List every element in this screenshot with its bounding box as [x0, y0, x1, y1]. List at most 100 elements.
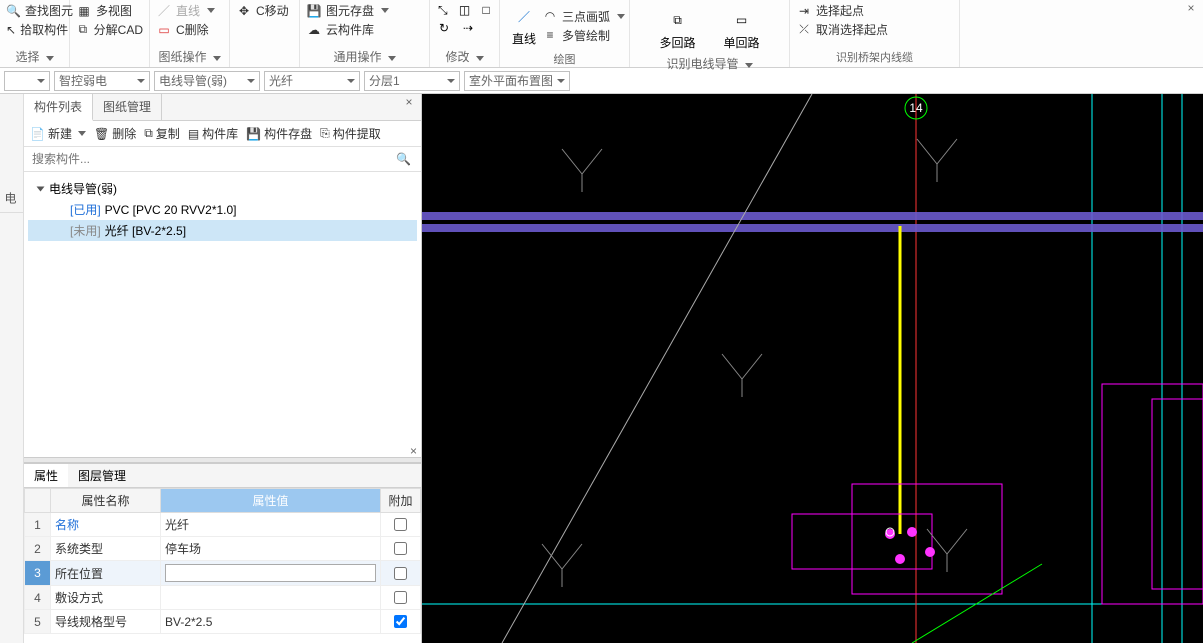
lib-button[interactable]: ▤构件库 [188, 125, 238, 142]
tree-root-node[interactable]: 电线导管(弱) [28, 178, 417, 199]
property-grid[interactable]: 属性名称 属性值 附加 1 名称 光纤 2 [24, 488, 421, 643]
unused-tag: [未用] [70, 222, 101, 239]
splitter-close-icon[interactable]: × [410, 444, 417, 458]
singleloop-icon: ▭ [730, 8, 754, 32]
ribbon-toolbar: 🔍查找图元 ↖拾取构件 选择 ▦多视图 ⧉分解CAD ／直线 ▭C删除 图纸操作… [0, 0, 1203, 68]
prop-row[interactable]: 1 名称 光纤 [25, 513, 421, 537]
cloud-icon: ☁ [306, 22, 322, 38]
expand-icon[interactable] [37, 186, 45, 191]
lib-icon: ▤ [188, 127, 199, 141]
line-tool-dim: ／直线 [156, 2, 223, 19]
c-move-tool[interactable]: ✥C移动 [236, 2, 293, 19]
modify-icon-3[interactable]: □ [479, 2, 493, 18]
modify-icon-4[interactable]: ↻ [436, 20, 452, 36]
pick-icon: ↖ [6, 22, 16, 38]
col-name: 属性名称 [51, 489, 161, 513]
trash-icon: 🗑 [94, 127, 109, 141]
multiloop-icon: ⧉ [665, 8, 689, 32]
disk-icon: 💾 [246, 127, 261, 141]
prop-extra-check[interactable] [394, 518, 407, 531]
tree-item-label: 光纤 [BV-2*2.5] [105, 222, 186, 239]
three-point-arc-tool[interactable]: ◠三点画弧 [542, 8, 625, 25]
used-tag: [已用] [70, 201, 101, 218]
prop-extra-check[interactable] [394, 542, 407, 555]
prop-value-cell[interactable]: 停车场 [161, 537, 381, 561]
select-start-tool[interactable]: ⇥选择起点 [796, 2, 953, 19]
multi-loop-tool[interactable]: ⧉ 多回路 [653, 6, 701, 53]
cloud-lib-tool[interactable]: ☁云构件库 [306, 21, 423, 38]
prop-row[interactable]: 3 所在位置 [25, 561, 421, 586]
col-extra: 附加 [381, 489, 421, 513]
copy-button[interactable]: ⧉复制 [144, 125, 180, 142]
filter-combo-plan[interactable]: 室外平面布置图 [464, 71, 570, 91]
prop-value-cell[interactable]: 光纤 [161, 513, 381, 537]
prop-name-link[interactable]: 名称 [55, 518, 79, 532]
modify-icon-2[interactable]: ◫ [458, 2, 472, 18]
modify-icon-5[interactable]: ⇢ [460, 20, 476, 36]
filter-row: 智控弱电 电线导管(弱) 光纤 分层1 室外平面布置图 [0, 68, 1203, 94]
comp-save-button[interactable]: 💾构件存盘 [246, 125, 312, 142]
decompose-icon: ⧉ [76, 22, 90, 38]
modify-icon-1[interactable]: ⤡ [436, 2, 450, 18]
multiview-icon: ▦ [76, 3, 92, 19]
cancel-start-icon: ⤫ [796, 22, 812, 38]
line-big-icon: ／ [512, 4, 536, 28]
dock-close-icon[interactable]: × [1183, 0, 1199, 16]
new-button[interactable]: 📄新建 [30, 125, 86, 142]
axis-marker-label: 14 [909, 101, 923, 115]
tab-drawing-mgmt[interactable]: 图纸管理 [93, 94, 162, 120]
prop-row[interactable]: 5 导线规格型号 BV-2*2.5 [25, 610, 421, 634]
new-icon: 📄 [30, 127, 45, 141]
extract-icon: ⎘ [320, 126, 330, 141]
decompose-cad-tool[interactable]: ⧉分解CAD [76, 21, 143, 38]
tree-item[interactable]: [未用] 光纤 [BV-2*2.5] [28, 220, 417, 241]
search-icon: 🔍 [6, 3, 21, 19]
cancel-select-start-tool[interactable]: ⤫取消选择起点 [796, 21, 953, 38]
single-loop-tool[interactable]: ▭ 单回路 [718, 6, 766, 53]
search-input[interactable] [30, 150, 415, 168]
move-icon: ✥ [236, 3, 252, 19]
tab-component-list[interactable]: 构件列表 [24, 94, 93, 121]
extract-button[interactable]: ⎘构件提取 [320, 125, 381, 142]
start-icon: ⇥ [796, 3, 812, 19]
multipipe-icon: ≡ [542, 27, 558, 43]
c-delete-tool[interactable]: ▭C删除 [156, 21, 223, 38]
prop-extra-check[interactable] [394, 567, 407, 580]
component-toolbar: 📄新建 🗑删除 ⧉复制 ▤构件库 💾构件存盘 ⎘构件提取 [24, 121, 421, 147]
save-icon: 💾 [306, 3, 322, 19]
tab-layer-mgmt[interactable]: 图层管理 [68, 464, 136, 487]
delete-button[interactable]: 🗑删除 [94, 125, 136, 142]
cad-canvas[interactable]: 14 [422, 94, 1203, 643]
left-strip-tab[interactable]: 电 [0, 184, 23, 213]
tree-root-label: 电线导管(弱) [49, 180, 117, 197]
prop-value-cell[interactable] [161, 586, 381, 610]
multi-view-tool[interactable]: ▦多视图 [76, 2, 143, 19]
filter-combo-layer[interactable]: 分层1 [364, 71, 460, 91]
prop-row[interactable]: 4 敷设方式 [25, 586, 421, 610]
tree-item-label: PVC [PVC 20 RVV2*1.0] [105, 203, 237, 217]
filter-combo-category[interactable]: 智控弱电 [54, 71, 150, 91]
col-value: 属性值 [161, 489, 381, 513]
find-element-tool[interactable]: 🔍查找图元 [6, 2, 63, 19]
tab-properties[interactable]: 属性 [24, 464, 68, 487]
multi-pipe-tool[interactable]: ≡多管绘制 [542, 27, 625, 44]
component-tree[interactable]: 电线导管(弱) [已用] PVC [PVC 20 RVV2*1.0] [未用] … [24, 172, 421, 457]
prop-row[interactable]: 2 系统类型 停车场 [25, 537, 421, 561]
line-big-tool[interactable]: ／ 直线 [506, 2, 542, 49]
panel-close-icon[interactable]: × [401, 94, 417, 110]
arc-icon: ◠ [542, 8, 558, 24]
component-panel-tabs: 构件列表 图纸管理 [24, 94, 421, 121]
search-icon[interactable]: 🔍 [396, 152, 411, 166]
prop-extra-check[interactable] [394, 591, 407, 604]
prop-value-cell[interactable]: BV-2*2.5 [161, 610, 381, 634]
filter-combo-type[interactable]: 电线导管(弱) [154, 71, 260, 91]
prop-extra-check[interactable] [394, 615, 407, 628]
filter-combo-subtype[interactable]: 光纤 [264, 71, 360, 91]
horizontal-splitter[interactable]: × [24, 457, 421, 463]
tree-item[interactable]: [已用] PVC [PVC 20 RVV2*1.0] [28, 199, 417, 220]
pick-component-tool[interactable]: ↖拾取构件 [6, 21, 63, 38]
prop-value-input[interactable] [165, 564, 376, 582]
element-save-tool[interactable]: 💾图元存盘 [306, 2, 423, 19]
filter-combo-1[interactable] [4, 71, 50, 91]
left-dock-strip: × 电 [0, 94, 24, 643]
